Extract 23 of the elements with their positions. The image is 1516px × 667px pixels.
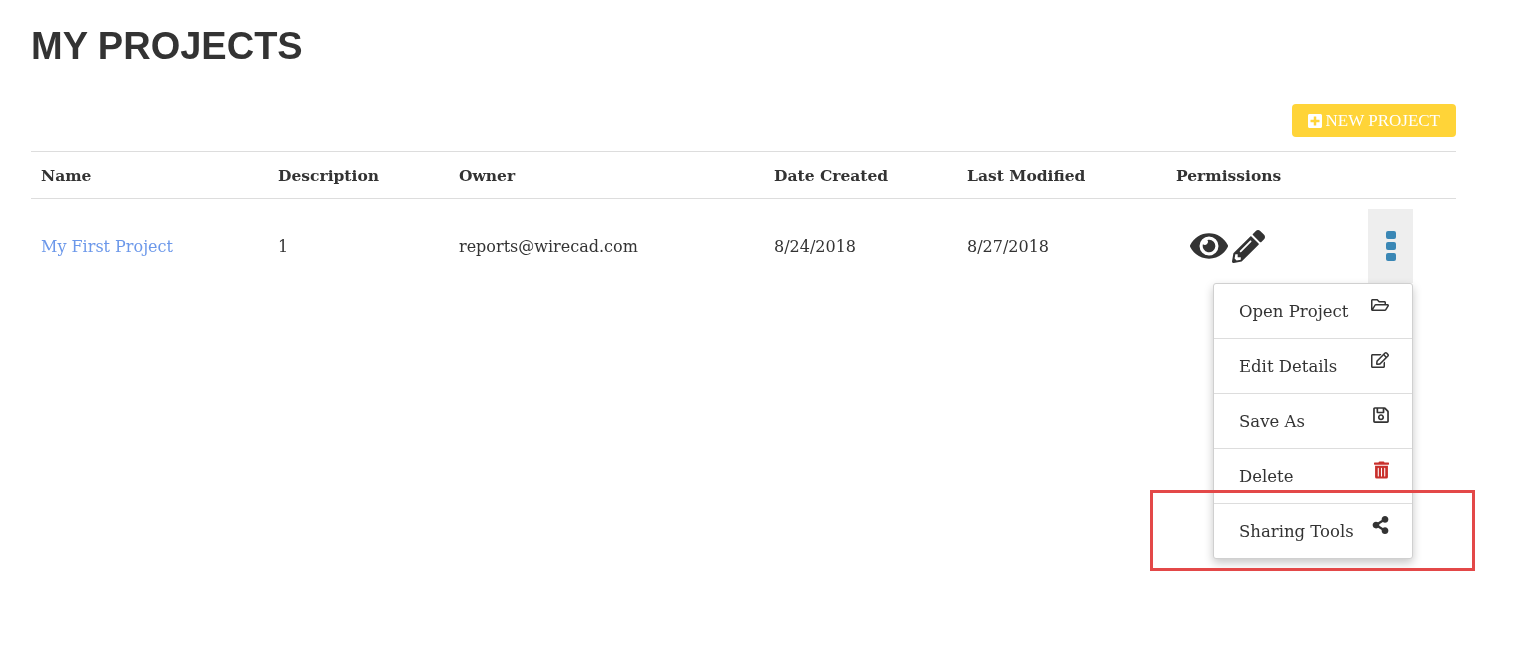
menu-item[interactable]: Sharing Tools <box>1239 521 1354 541</box>
kebab-menu-icon <box>1385 231 1396 261</box>
share-icon <box>1372 516 1389 534</box>
table-cell: reports@wirecad.com <box>459 236 638 256</box>
column-header: Owner <box>459 165 516 185</box>
folder-icon <box>1371 296 1389 314</box>
edit-icon <box>1371 351 1389 369</box>
column-header: Permissions <box>1176 165 1282 185</box>
table-cell: 8/27/2018 <box>967 236 1050 256</box>
column-header: Name <box>41 165 92 185</box>
column-header: Description <box>278 165 379 185</box>
menu-item[interactable]: Open Project <box>1239 301 1349 321</box>
page-title: MY PROJECTS <box>31 24 303 68</box>
column-header: Date Created <box>774 165 889 185</box>
table-cell: 8/24/2018 <box>774 236 857 256</box>
column-header: Last Modified <box>967 165 1086 185</box>
menu-item[interactable]: Save As <box>1239 411 1305 431</box>
trash-icon <box>1374 461 1389 479</box>
row-actions-button[interactable] <box>1368 209 1413 283</box>
menu-item[interactable]: Delete <box>1239 466 1294 486</box>
table-cell: 1 <box>278 236 289 256</box>
menu-item[interactable]: Edit Details <box>1239 356 1338 376</box>
plus-icon <box>1306 112 1323 129</box>
